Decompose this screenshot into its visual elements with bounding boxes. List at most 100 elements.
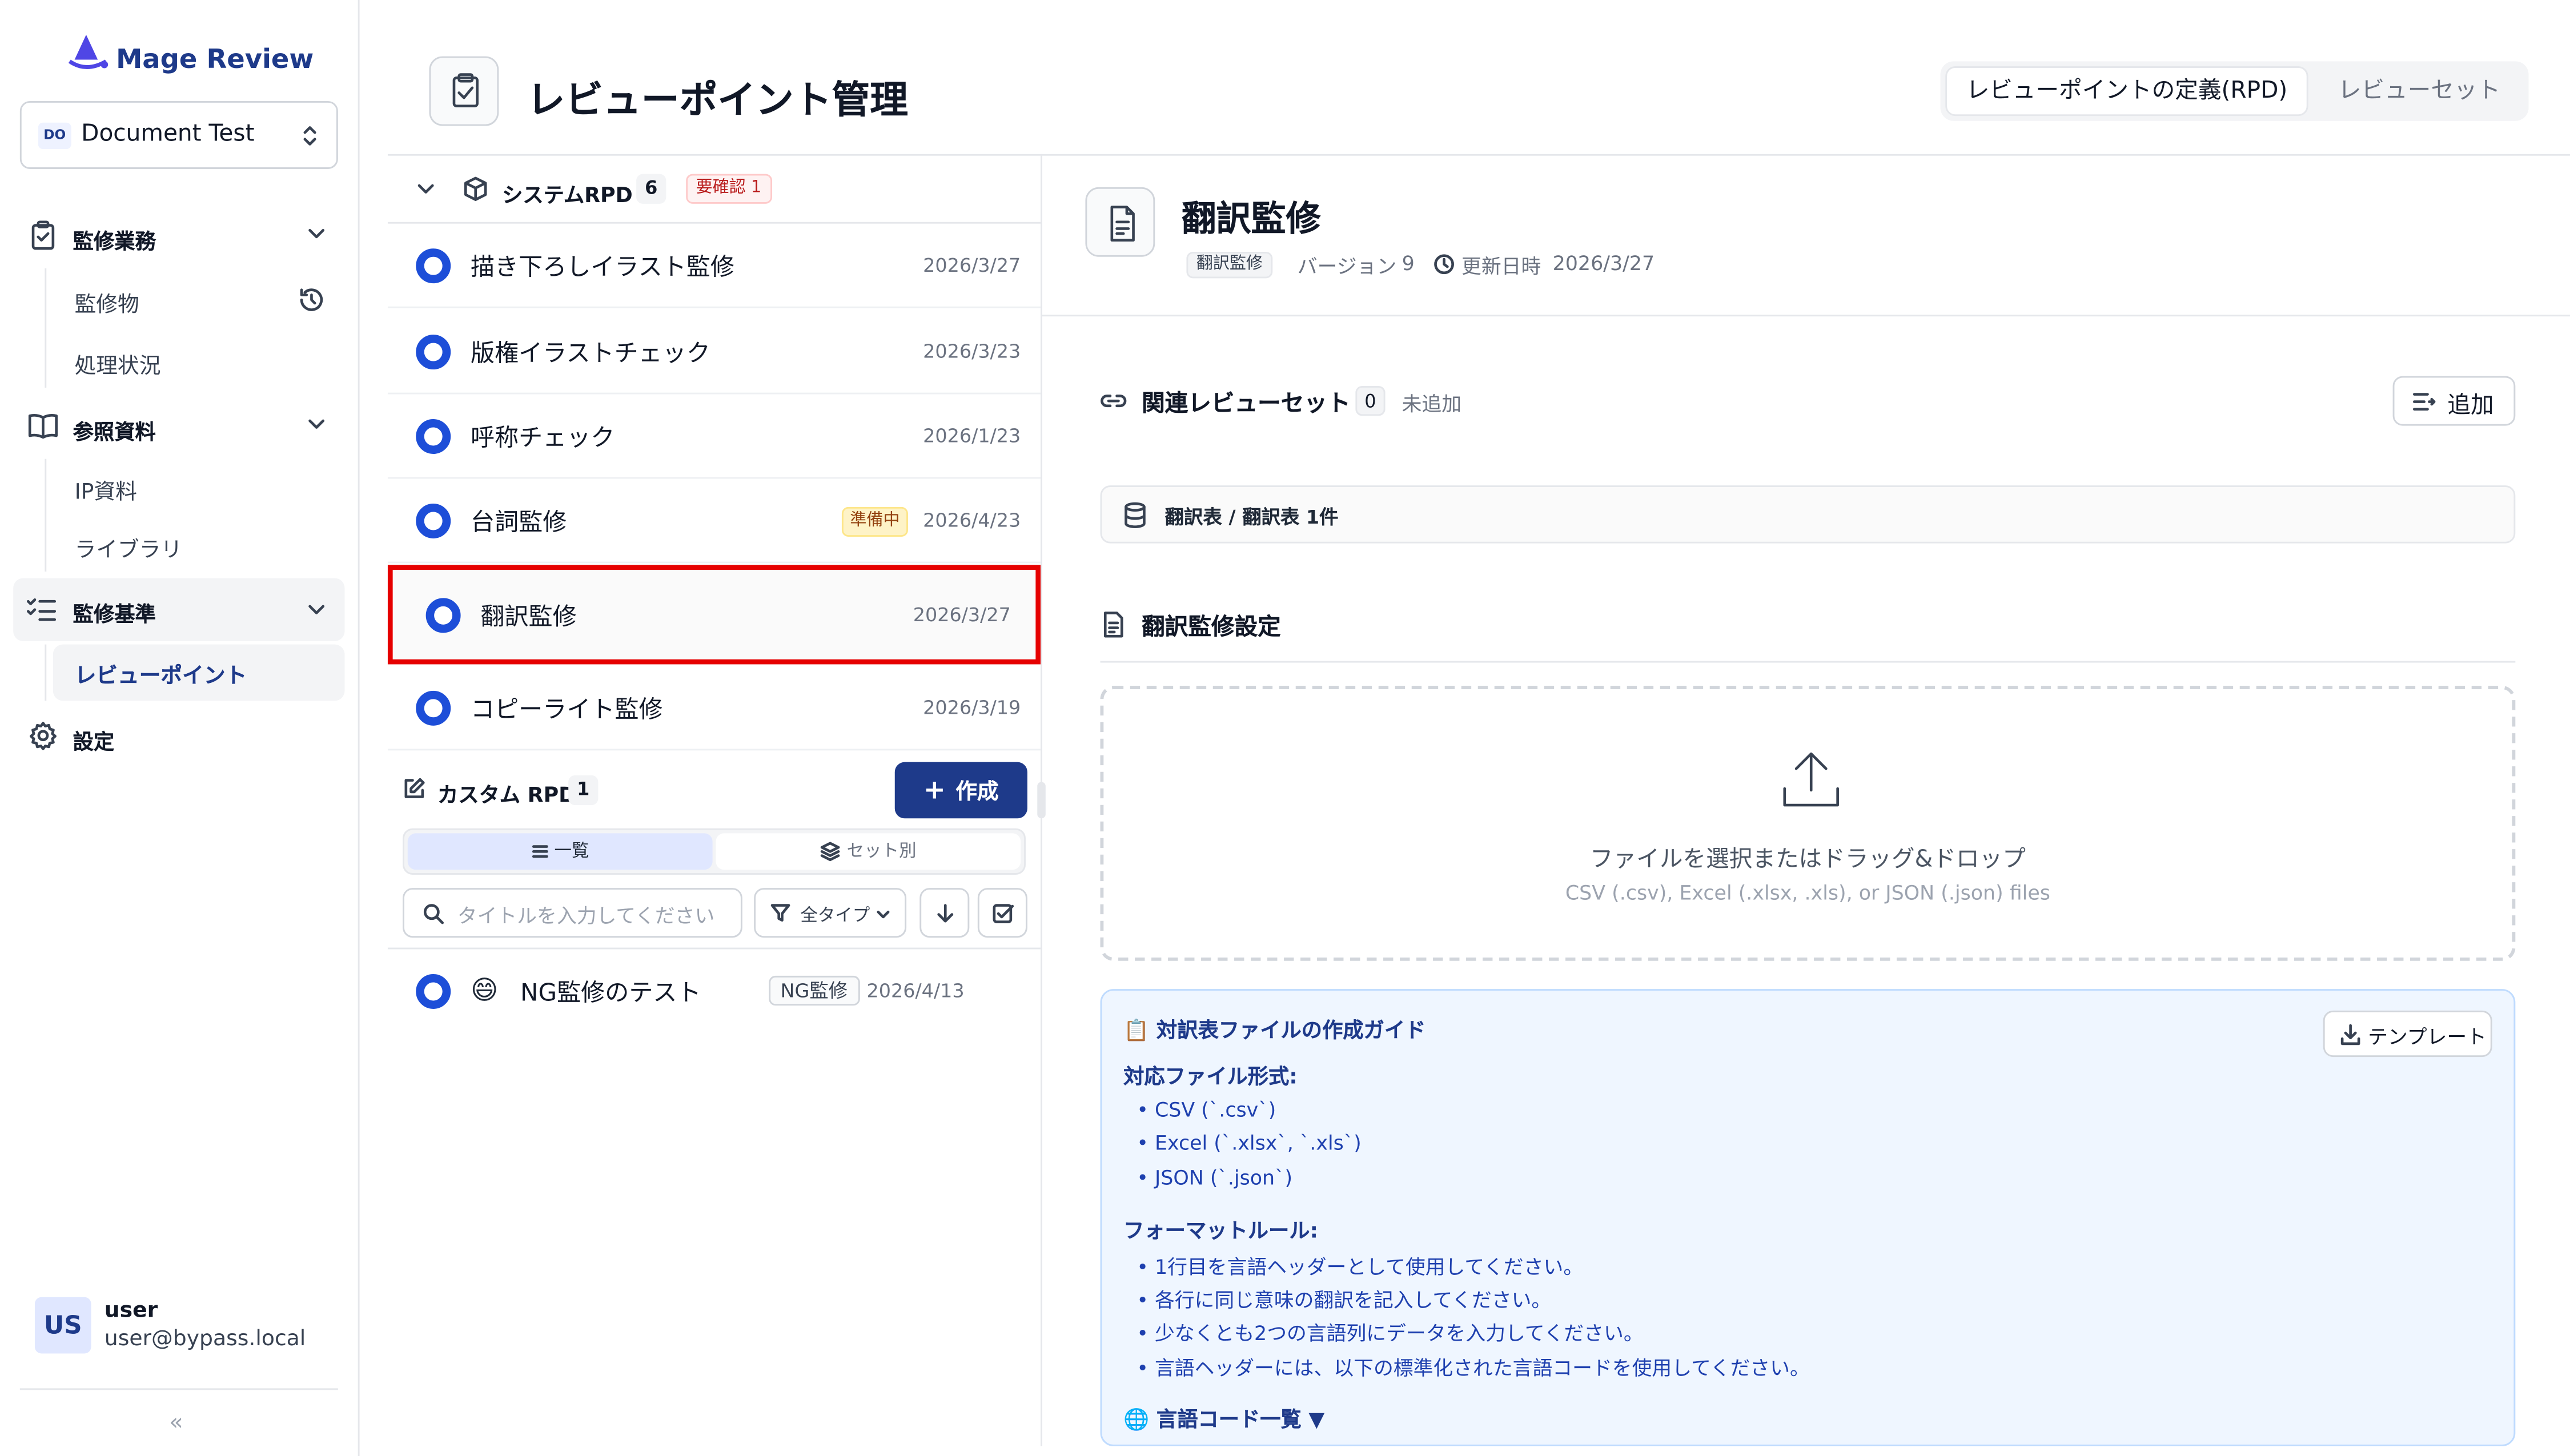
list-check-icon (26, 597, 57, 623)
list-item-date: 2026/3/27 (923, 253, 1021, 277)
format-item: • JSON (`.json`) (1137, 1166, 1293, 1190)
project-badge: DO (38, 122, 71, 150)
dropzone-main-text: ファイルを選択またはドラッグ&ドロップ (1589, 846, 2026, 874)
search-input[interactable]: タイトルを入力してください (403, 888, 742, 938)
document-icon (1085, 187, 1155, 257)
status-ring-icon (416, 974, 451, 1009)
collapse-sidebar-button[interactable]: « (169, 1410, 183, 1436)
nav-item-ip-materials[interactable]: IP資料 (75, 474, 137, 505)
formats-title: 対応ファイル形式: (1123, 1063, 1298, 1089)
checkbox-icon (993, 903, 1014, 924)
nav-group-supervision[interactable]: 監修業務 (20, 215, 345, 258)
select-mode-button[interactable] (977, 888, 1027, 938)
tab-by-set-label: セット別 (846, 841, 917, 862)
list-icon (531, 843, 548, 860)
tab-review-set[interactable]: レビューセット (2315, 66, 2524, 116)
user-name: user (104, 1298, 158, 1324)
add-button[interactable]: 追加 (2392, 376, 2516, 426)
list-item[interactable]: 版権イラストチェック 2026/3/23 (387, 310, 1041, 395)
type-badge: NG監修 (769, 975, 860, 1006)
create-button-label: 作成 (955, 780, 999, 806)
template-download-button[interactable]: テンプレート (2323, 1010, 2492, 1057)
format-item: • Excel (`.xlsx`, `.xls`) (1137, 1131, 1362, 1155)
nav-tree-line (45, 268, 47, 388)
avatar: US (34, 1297, 91, 1354)
nav-group-references[interactable]: 参照資料 (20, 406, 345, 449)
page-title: レビューポイント管理 (527, 79, 908, 123)
status-badge: 準備中 (841, 506, 908, 537)
page-icon (429, 56, 499, 126)
search-icon (423, 903, 444, 924)
divider (1100, 661, 2516, 663)
custom-rpd-label: カスタム RPD (437, 782, 576, 807)
nav-tree-line (45, 458, 47, 572)
list-add-icon (2412, 391, 2436, 413)
nav-group-label: 監修基準 (73, 601, 156, 626)
history-icon[interactable] (298, 287, 324, 313)
language-codes-toggle[interactable]: 🌐 言語コード一覧 ▼ (1123, 1402, 1324, 1433)
file-text-icon (1102, 612, 1125, 638)
chevron-down-icon (875, 906, 892, 923)
nav-group-standards[interactable]: 監修基準 (13, 578, 345, 641)
rule-item: • 少なくとも2つの言語列にデータを入力してください。 (1137, 1322, 1644, 1345)
database-icon (1123, 502, 1147, 528)
book-icon (26, 412, 59, 439)
clipboard-icon (30, 220, 56, 250)
list-item-date: 2026/3/27 (913, 603, 1011, 626)
custom-rpd-count: 1 (568, 775, 599, 806)
needs-review-badge: 要確認 1 (686, 174, 772, 204)
emoji-icon: 😄 (470, 974, 499, 1006)
nav-item-supervised[interactable]: 監修物 (75, 287, 139, 319)
format-item: • CSV (`.csv`) (1137, 1098, 1276, 1122)
tab-list[interactable]: 一覧 (407, 833, 713, 870)
nav-item-label: レビューポイント (74, 664, 247, 689)
system-rpd-header[interactable]: システムRPD 6 要確認 1 (387, 156, 1041, 224)
edit-icon (403, 777, 426, 801)
list-item-date: 2026/4/23 (923, 508, 1021, 532)
nav-item-library[interactable]: ライブラリ (75, 532, 183, 564)
rules-title: フォーマットルール: (1123, 1217, 1319, 1243)
related-count: 0 (1355, 386, 1386, 416)
app-name: Mage Review (116, 43, 314, 75)
arrow-down-icon (934, 903, 956, 924)
list-item-date: 2026/3/23 (923, 339, 1021, 363)
list-item[interactable]: 描き下ろしイラスト監修 2026/3/27 (387, 224, 1041, 308)
related-sets-title: 関連レビューセット (1142, 391, 1351, 418)
version-label: バージョン (1297, 255, 1397, 279)
project-selector[interactable]: DO Document Test (19, 100, 338, 169)
category-tag: 翻訳監修 (1186, 252, 1273, 279)
translation-table-label: 翻訳表 / 翻訳表 1件 (1164, 505, 1339, 529)
template-button-label: テンプレート (2368, 1025, 2487, 1049)
layers-icon (820, 842, 840, 862)
create-button[interactable]: + 作成 (894, 762, 1027, 819)
list-item[interactable]: 呼称チェック 2026/1/23 (387, 395, 1041, 479)
add-button-label: 追加 (2447, 392, 2494, 420)
tab-by-set[interactable]: セット別 (716, 833, 1021, 870)
list-item-selected[interactable]: 翻訳監修 2026/3/27 (387, 565, 1041, 665)
type-filter-select[interactable]: 全タイプ (754, 888, 907, 938)
nav-settings[interactable]: 設定 (20, 715, 345, 758)
translation-table-item[interactable]: 翻訳表 / 翻訳表 1件 (1100, 485, 2516, 544)
list-item[interactable]: コピーライト監修 2026/3/19 (387, 666, 1041, 751)
related-status: 未追加 (1402, 392, 1462, 416)
dropzone-sub-text: CSV (.csv), Excel (.xlsx, .xls), or JSON… (1565, 881, 2050, 905)
tab-list-label: 一覧 (554, 841, 589, 862)
nav-item-review-points[interactable]: レビューポイント (53, 644, 345, 701)
file-dropzone[interactable]: ファイルを選択またはドラッグ&ドロップ CSV (.csv), Excel (.… (1100, 686, 2516, 961)
gear-icon (28, 721, 58, 750)
nav-group-label: 監修業務 (73, 228, 156, 254)
chevron-down-icon (416, 179, 436, 199)
status-ring-icon (425, 598, 461, 633)
list-item-title: 翻訳監修 (480, 605, 577, 632)
sort-button[interactable] (919, 888, 970, 938)
status-ring-icon (416, 419, 451, 454)
project-name: Document Test (81, 120, 255, 148)
system-rpd-label: システムRPD (502, 182, 633, 207)
tab-rpd-definition[interactable]: レビューポイントの定義(RPD) (1945, 66, 2308, 116)
nav-item-processing[interactable]: 処理状況 (75, 348, 161, 380)
list-item[interactable]: 😄 NG監修のテスト NG監修 2026/4/13 (388, 948, 1041, 1032)
user-email: user@bypass.local (104, 1327, 306, 1352)
list-item[interactable]: 台詞監修 準備中 2026/4/23 (387, 479, 1041, 564)
format-guide: 📋 対訳表ファイルの作成ガイド 対応ファイル形式: • CSV (`.csv`)… (1100, 989, 2516, 1446)
detail-title: 翻訳監修 (1181, 199, 1321, 239)
